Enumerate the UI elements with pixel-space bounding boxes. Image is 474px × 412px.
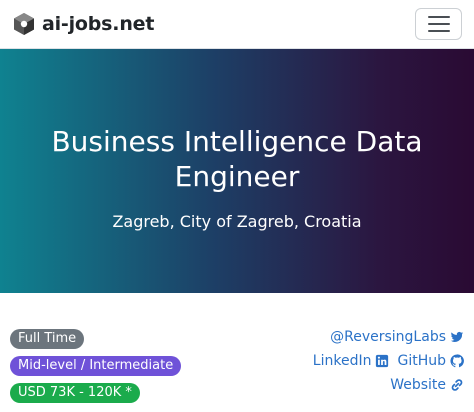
linkedin-icon (376, 354, 389, 368)
social-links-row: LinkedIn GitHub (313, 353, 464, 369)
github-icon (450, 354, 464, 368)
github-link[interactable]: GitHub (397, 353, 464, 369)
link-chain-icon (451, 379, 463, 391)
linkedin-link[interactable]: LinkedIn (313, 353, 390, 369)
github-link-label: GitHub (397, 353, 446, 369)
job-details: Full Time Mid-level / Intermediate USD 7… (0, 293, 474, 411)
hamburger-menu-icon (427, 16, 450, 32)
top-navbar: ai-jobs.net (0, 0, 474, 49)
job-badges: Full Time Mid-level / Intermediate USD 7… (10, 329, 182, 403)
brand-link[interactable]: ai-jobs.net (12, 12, 154, 36)
linkedin-link-label: LinkedIn (312, 353, 372, 369)
website-link-label: Website (390, 377, 446, 393)
salary-badge[interactable]: USD 73K - 120K * (10, 383, 140, 403)
job-hero: Business Intelligence Data Engineer Zagr… (0, 49, 474, 293)
experience-level-badge[interactable]: Mid-level / Intermediate (10, 356, 182, 376)
twitter-icon (450, 331, 464, 342)
cube-logo-icon (14, 13, 34, 35)
twitter-link-label: @ReversingLabs (330, 329, 446, 345)
website-link[interactable]: Website (390, 377, 464, 393)
twitter-link[interactable]: @ReversingLabs (330, 329, 464, 345)
job-location: Zagreb, City of Zagreb, Croatia (112, 211, 362, 231)
job-title: Business Intelligence Data Engineer (51, 124, 423, 193)
employment-type-badge[interactable]: Full Time (10, 329, 85, 349)
company-links: @ReversingLabs LinkedIn GitHub Website (313, 329, 464, 393)
brand-name: ai-jobs.net (42, 13, 155, 35)
menu-toggle-button[interactable] (415, 8, 462, 40)
